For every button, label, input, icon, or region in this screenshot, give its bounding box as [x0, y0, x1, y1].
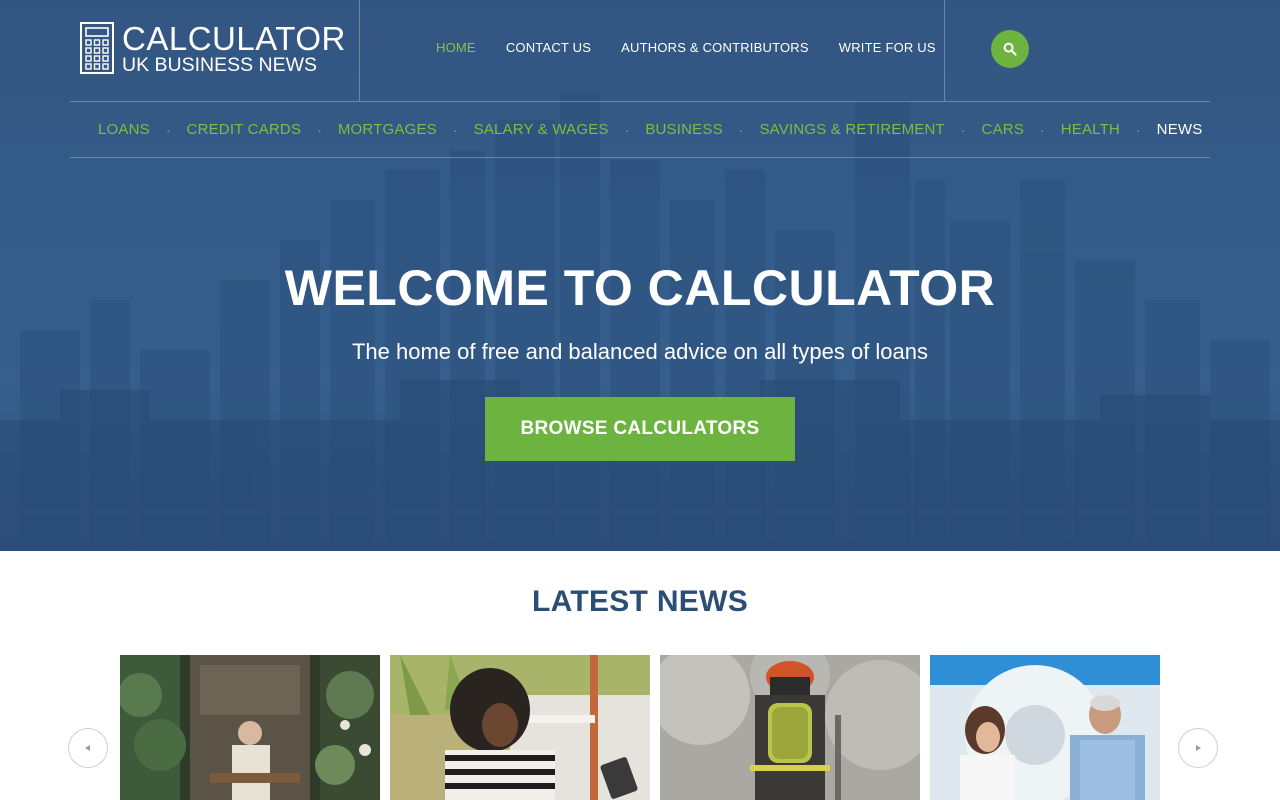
- top-navigation: HOME CONTACT US AUTHORS & CONTRIBUTORS W…: [436, 40, 936, 56]
- category-separator: ·: [452, 122, 458, 138]
- header-divider-right: [944, 0, 945, 101]
- calculator-icon: [80, 22, 114, 74]
- category-loans[interactable]: LOANS: [98, 121, 150, 139]
- news-card[interactable]: [120, 655, 380, 800]
- top-nav-home[interactable]: HOME: [436, 40, 476, 56]
- logo-subtitle: UK BUSINESS NEWS: [122, 54, 318, 76]
- latest-news-heading: LATEST NEWS: [531, 585, 749, 618]
- category-separator: ·: [165, 122, 171, 138]
- header-divider-left: [359, 0, 360, 101]
- doctor-patient-mri-image: [930, 655, 1160, 800]
- category-mortgages[interactable]: MORTGAGES: [338, 121, 437, 139]
- news-card[interactable]: [930, 655, 1160, 800]
- category-separator: ·: [317, 122, 322, 138]
- hero-subtitle: The home of free and balanced advice on …: [351, 339, 929, 364]
- category-separator: ·: [1135, 122, 1141, 138]
- category-separator: ·: [1040, 122, 1045, 138]
- site-logo[interactable]: CALCULATOR UK BUSINESS NEWS: [80, 20, 345, 78]
- florist-shop-image: [120, 655, 380, 800]
- firefighter-smoke-image: [660, 655, 920, 800]
- category-salary-wages[interactable]: SALARY & WAGES: [474, 121, 609, 139]
- top-nav-authors-contributors[interactable]: AUTHORS & CONTRIBUTORS: [621, 40, 809, 56]
- browse-calculators-button[interactable]: BROWSE CALCULATORS: [485, 397, 795, 461]
- category-separator: ·: [960, 122, 966, 138]
- category-navigation: LOANS · CREDIT CARDS · MORTGAGES · SALAR…: [98, 121, 1202, 139]
- woman-with-tablet-image: [390, 655, 650, 800]
- search-icon: [1003, 42, 1017, 56]
- category-credit-cards[interactable]: CREDIT CARDS: [187, 121, 302, 139]
- category-savings-retirement[interactable]: SAVINGS & RETIREMENT: [759, 121, 944, 139]
- carousel-prev-button[interactable]: [68, 728, 108, 768]
- news-card[interactable]: [660, 655, 920, 800]
- news-card[interactable]: [390, 655, 650, 800]
- nav-divider-top: [70, 101, 1210, 102]
- category-health[interactable]: HEALTH: [1061, 121, 1120, 139]
- top-nav-contact-us[interactable]: CONTACT US: [506, 40, 591, 56]
- hero-title: WELCOME TO CALCULATOR: [284, 260, 996, 316]
- search-button[interactable]: [991, 30, 1029, 68]
- caret-right-icon: [1196, 745, 1201, 751]
- category-news[interactable]: NEWS: [1157, 121, 1203, 139]
- carousel-next-button[interactable]: [1178, 728, 1218, 768]
- caret-left-icon: [85, 745, 90, 751]
- logo-title: CALCULATOR: [122, 20, 346, 57]
- category-separator: ·: [738, 122, 744, 138]
- category-separator: ·: [624, 122, 630, 138]
- category-cars[interactable]: CARS: [982, 121, 1024, 139]
- top-nav-write-for-us[interactable]: WRITE FOR US: [839, 40, 936, 56]
- category-business[interactable]: BUSINESS: [645, 121, 722, 139]
- nav-divider-bottom: [70, 157, 1210, 158]
